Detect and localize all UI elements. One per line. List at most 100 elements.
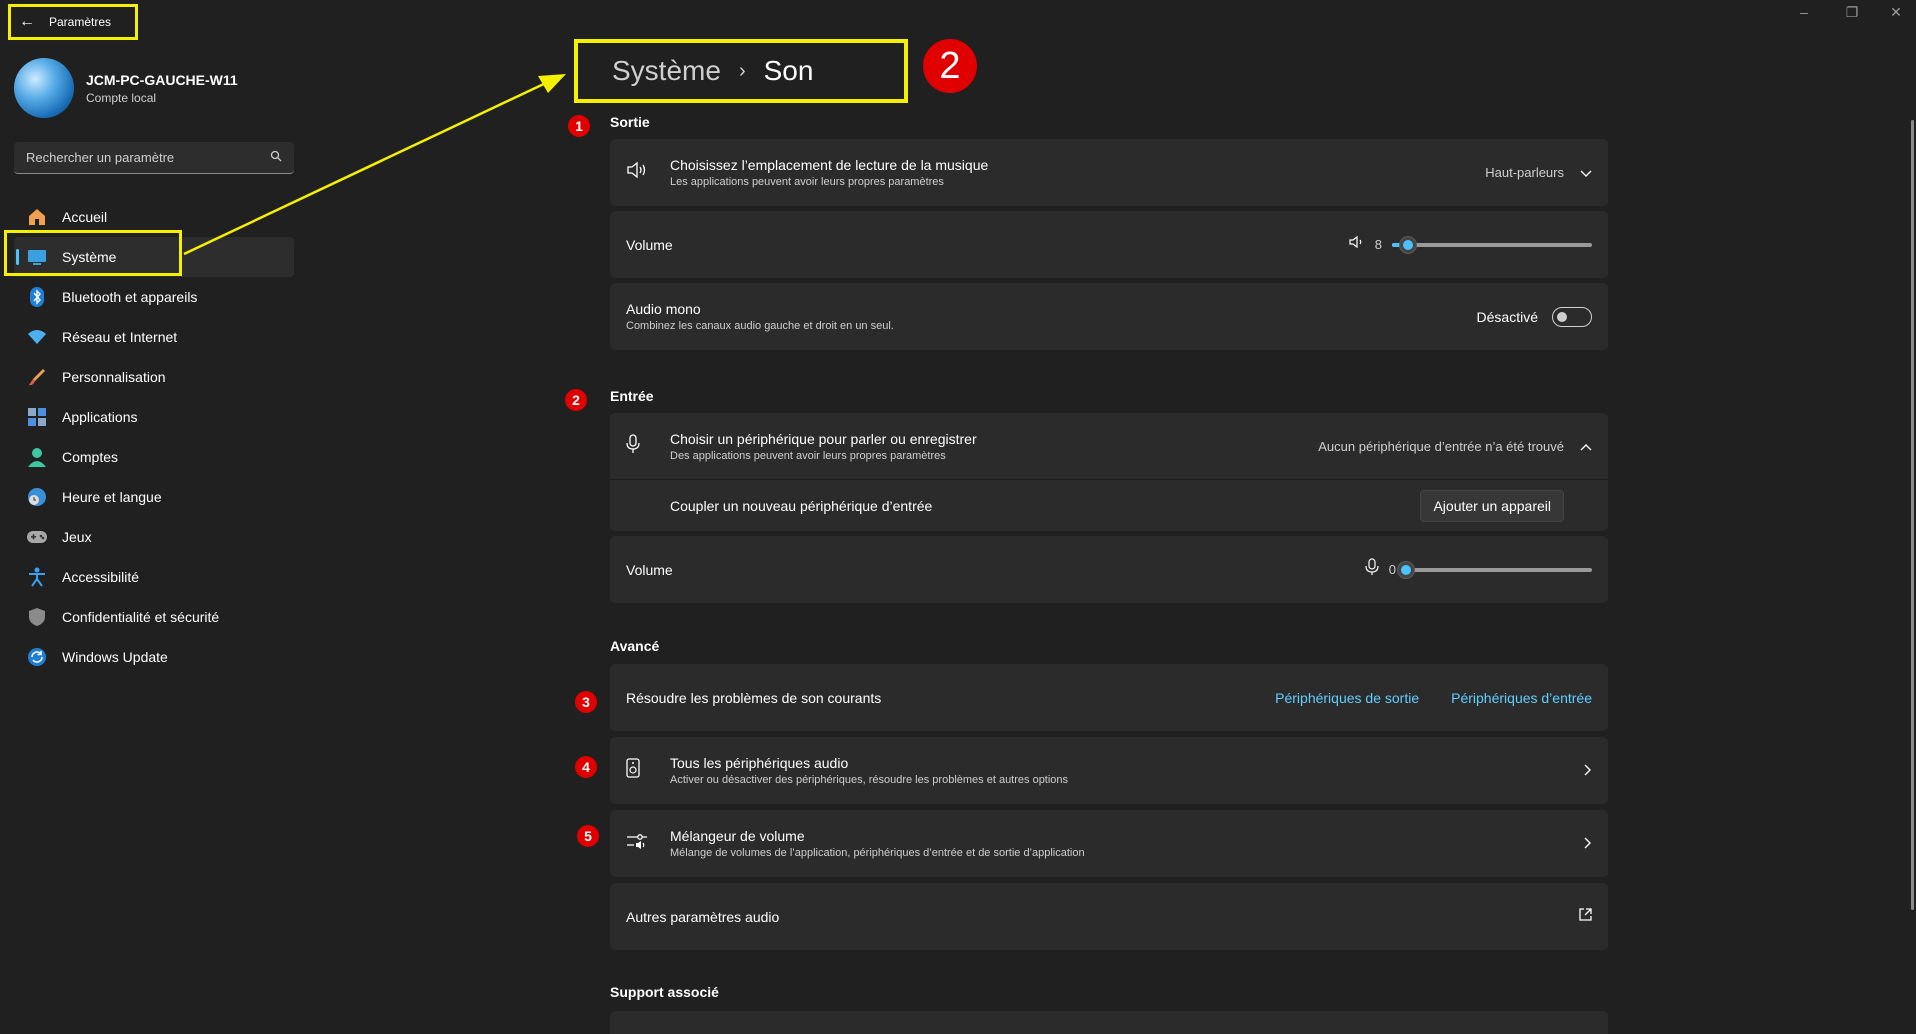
input-device-value: Aucun périphérique d’entrée n’a été trou… — [1318, 438, 1564, 454]
sidebar-item-label: Comptes — [62, 449, 119, 465]
accessibility-icon — [26, 566, 48, 588]
minimize-icon[interactable]: – — [1784, 4, 1824, 20]
shield-icon — [26, 606, 48, 628]
scrollbar[interactable] — [1911, 120, 1914, 910]
brush-icon — [26, 366, 48, 388]
mono-audio-card: Audio mono Combinez les canaux audio gau… — [610, 283, 1608, 350]
system-highlight-box — [4, 230, 182, 276]
microphone-icon — [626, 433, 670, 459]
back-arrow-icon: ← — [19, 13, 35, 30]
search-box[interactable] — [14, 142, 294, 174]
account-name: JCM-PC-GAUCHE-W11 — [86, 72, 238, 88]
chevron-right-icon — [1584, 763, 1592, 779]
output-device-value: Haut-parleurs — [1485, 165, 1564, 180]
globe-clock-icon — [26, 486, 48, 508]
update-icon — [26, 646, 48, 668]
sidebar-item-accessibilite[interactable]: Accessibilité — [14, 557, 294, 597]
all-devices-subtitle: Activer ou désactiver des périphériques,… — [670, 774, 1069, 786]
sidebar-item-label: Accueil — [62, 209, 108, 225]
sidebar-item-confidentialite[interactable]: Confidentialité et sécurité — [14, 597, 294, 637]
restore-icon[interactable]: ❐ — [1832, 4, 1872, 21]
sidebar-item-jeux[interactable]: Jeux — [14, 517, 294, 557]
output-volume-slider[interactable]: 8 — [1349, 235, 1592, 254]
annotation-badge-2: 2 — [923, 39, 977, 93]
input-device-card: Choisir un périphérique pour parler ou e… — [610, 413, 1608, 531]
more-audio-label: Autres paramètres audio — [626, 908, 780, 925]
breadcrumb: Système › Son — [574, 39, 908, 103]
mixer-title: Mélangeur de volume — [670, 828, 805, 844]
all-audio-devices-card[interactable]: Tous les périphériques audio Activer ou … — [610, 737, 1608, 804]
speaker-icon — [626, 161, 670, 184]
sidebar-item-label: Applications — [62, 409, 138, 425]
output-device-dropdown[interactable]: Haut-parleurs — [1485, 165, 1592, 181]
mono-audio-state: Désactivé — [1476, 308, 1538, 325]
bluetooth-icon — [26, 286, 48, 308]
speaker-device-icon — [626, 758, 670, 783]
input-volume-slider[interactable]: 0 — [1365, 558, 1592, 581]
chevron-up-icon — [1580, 438, 1592, 454]
breadcrumb-parent[interactable]: Système — [612, 55, 721, 87]
output-volume-thumb[interactable] — [1399, 235, 1417, 254]
add-device-button[interactable]: Ajouter un appareil — [1420, 489, 1564, 522]
input-device-dropdown[interactable]: Aucun périphérique d’entrée n’a été trou… — [1318, 438, 1592, 454]
output-device-card[interactable]: Choisissez l’emplacement de lecture de l… — [610, 139, 1608, 206]
output-devices-link[interactable]: Périphériques de sortie — [1275, 690, 1419, 706]
input-volume-thumb[interactable] — [1397, 560, 1415, 579]
mono-audio-title: Audio mono — [626, 301, 701, 317]
toggle-switch[interactable] — [1552, 306, 1592, 327]
apps-icon — [26, 406, 48, 428]
wifi-icon — [26, 326, 48, 348]
sidebar-item-label: Heure et langue — [62, 489, 162, 505]
app-title: Paramètres — [49, 15, 112, 29]
sidebar-item-label: Accessibilité — [62, 569, 140, 585]
account-type: Compte local — [86, 91, 157, 105]
sidebar-item-heure[interactable]: Heure et langue — [14, 477, 294, 517]
troubleshoot-card: Résoudre les problèmes de son courants P… — [610, 664, 1608, 731]
output-volume-track[interactable] — [1392, 235, 1592, 254]
input-volume-value: 0 — [1388, 562, 1396, 577]
input-volume-track[interactable] — [1397, 560, 1592, 579]
chevron-down-icon — [1580, 165, 1592, 181]
sidebar-item-windows-update[interactable]: Windows Update — [14, 637, 294, 677]
output-location-subtitle: Les applications peuvent avoir leurs pro… — [670, 176, 944, 188]
sidebar-item-label: Bluetooth et appareils — [62, 289, 198, 305]
input-devices-link[interactable]: Périphériques d’entrée — [1451, 690, 1592, 706]
annotation-badge-3: 3 — [575, 691, 597, 713]
volume-mixer-card[interactable]: Mélangeur de volume Mélange de volumes d… — [610, 810, 1608, 877]
sidebar-item-applications[interactable]: Applications — [14, 397, 294, 437]
input-device-header[interactable]: Choisir un périphérique pour parler ou e… — [610, 413, 1608, 480]
sidebar-item-reseau[interactable]: Réseau et Internet — [14, 317, 294, 357]
sidebar-item-label: Confidentialité et sécurité — [62, 609, 220, 625]
gamepad-icon — [26, 526, 48, 548]
output-volume-card: Volume 8 — [610, 211, 1608, 278]
section-title-support: Support associé — [610, 984, 719, 1000]
output-volume-label: Volume — [626, 236, 673, 253]
annotation-badge-1: 1 — [568, 115, 590, 137]
sidebar-item-personnalisation[interactable]: Personnalisation — [14, 357, 294, 397]
back-button[interactable]: ← Paramètres — [8, 4, 138, 40]
page-title: Son — [763, 55, 814, 86]
home-icon — [26, 206, 48, 228]
sidebar-item-bluetooth[interactable]: Bluetooth et appareils — [14, 277, 294, 317]
pair-input-label: Coupler un nouveau périphérique d’entrée — [670, 497, 933, 514]
microphone-mute-toggle-icon[interactable] — [1365, 558, 1379, 581]
input-volume-card: Volume 0 — [610, 536, 1608, 603]
output-location-title: Choisissez l’emplacement de lecture de l… — [670, 157, 989, 173]
speaker-mute-toggle-icon[interactable] — [1349, 235, 1365, 254]
sidebar-item-label: Personnalisation — [62, 369, 166, 385]
input-device-title: Choisir un périphérique pour parler ou e… — [670, 430, 977, 447]
mono-audio-subtitle: Combinez les canaux audio gauche et droi… — [626, 320, 894, 332]
search-icon[interactable] — [270, 150, 282, 165]
sidebar-item-comptes[interactable]: Comptes — [14, 437, 294, 477]
support-card[interactable] — [610, 1011, 1608, 1034]
external-link-icon — [1579, 907, 1592, 926]
avatar[interactable] — [14, 58, 74, 118]
input-volume-label: Volume — [626, 561, 673, 578]
mono-audio-toggle[interactable]: Désactivé — [1476, 306, 1592, 327]
search-input[interactable] — [26, 150, 246, 165]
sidebar-item-label: Windows Update — [62, 649, 168, 665]
output-volume-value: 8 — [1374, 237, 1382, 252]
more-audio-settings-card[interactable]: Autres paramètres audio — [610, 883, 1608, 950]
close-icon[interactable]: ✕ — [1876, 4, 1916, 21]
chevron-right-icon — [1584, 836, 1592, 852]
